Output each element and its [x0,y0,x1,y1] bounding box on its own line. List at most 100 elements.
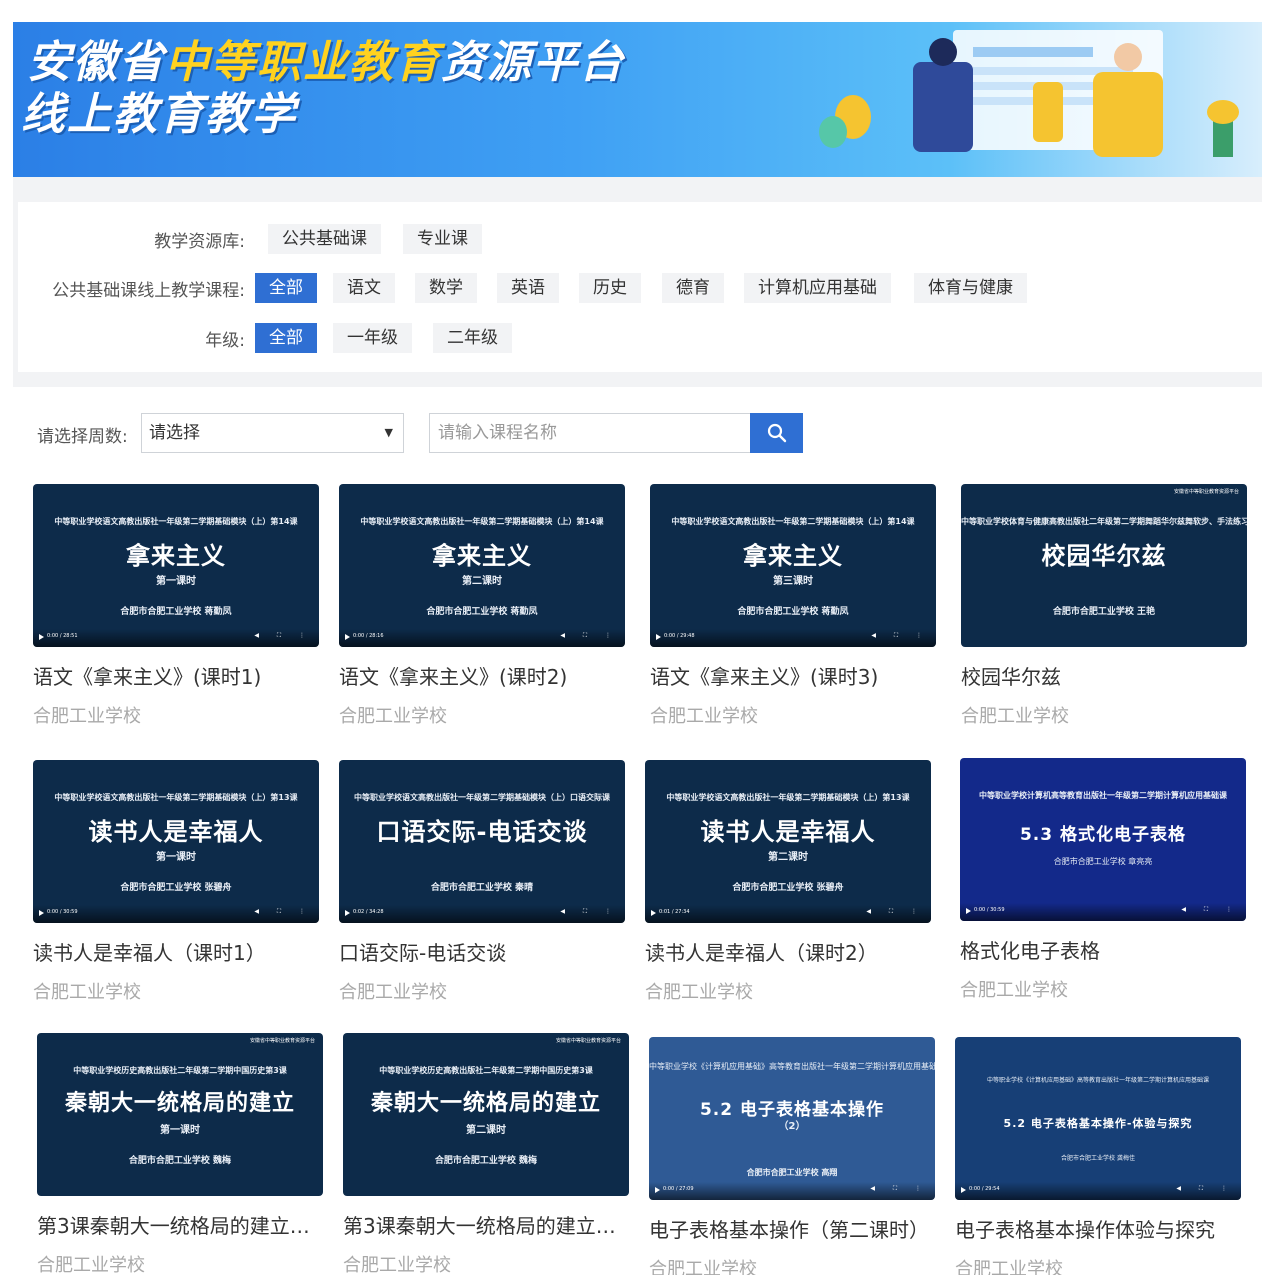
course-title[interactable]: 口语交际-电话交谈 [339,937,625,966]
video-controls: 0:00 / 27:09 ◀ ⛶ ⋮ [649,1182,935,1200]
video-controls: 0:00 / 29:54 ◀ ⛶ ⋮ [955,1182,1241,1200]
search-button[interactable] [750,413,803,453]
thumb-period: 第二课时 [768,852,808,863]
thumb-title: 秦朝大一统格局的建立 [64,1091,295,1116]
course-card[interactable]: 中等职业学校语文高教出版社一年级第二学期基础模块（上）第14课 拿来主义 第三课… [650,484,936,728]
thumb-title: 5.3 格式化电子表格 [1019,825,1187,845]
course-option-english[interactable]: 英语 [497,273,559,303]
play-icon[interactable] [345,634,350,640]
video-time: 0:00 / 30:59 [974,907,1005,913]
course-card[interactable]: 中等职业学校计算机高等教育出版社一年级第二学期计算机应用基础课 5.3 格式化电… [960,758,1246,1002]
video-controls: 0:00 / 28:16 ◀ ⛶ ⋮ [339,629,625,647]
course-card[interactable]: 中等职业学校语文高教出版社一年级第二学期基础模块（上）第14课 拿来主义 第二课… [339,484,625,728]
platform-logo: 安徽省中等职业教育资源平台 [1173,489,1239,495]
play-icon[interactable] [656,634,661,640]
course-card[interactable]: 安徽省中等职业教育资源平台 中等职业学校历史高教出版社二年级第二学期中国历史第3… [343,1033,629,1275]
play-icon[interactable] [655,1187,660,1193]
video-thumbnail[interactable]: 安徽省中等职业教育资源平台 中等职业学校历史高教出版社二年级第二学期中国历史第3… [37,1033,323,1196]
video-controls: 0:00 / 28:51 ◀ ⛶ ⋮ [33,629,319,647]
course-option-computer[interactable]: 计算机应用基础 [744,273,891,303]
volume-fullscreen-icons[interactable]: ◀ ⛶ ⋮ [1176,1185,1235,1193]
play-icon[interactable] [966,908,971,914]
play-icon[interactable] [961,1187,966,1193]
video-thumbnail[interactable]: 中等职业学校计算机高等教育出版社一年级第二学期计算机应用基础课 5.3 格式化电… [960,758,1246,921]
course-card[interactable]: 中等职业学校语文高教出版社一年级第二学期基础模块（上）第14课 拿来主义 第一课… [33,484,319,728]
course-option-pe[interactable]: 体育与健康 [914,273,1027,303]
course-card[interactable]: 安徽省中等职业教育资源平台 中等职业学校体育与健康高教出版社二年级第二学期舞蹈华… [961,484,1247,728]
course-option-history[interactable]: 历史 [579,273,641,303]
video-thumbnail[interactable]: 中等职业学校语文高教出版社一年级第二学期基础模块（上）口语交际课 口语交际-电话… [339,760,625,923]
course-title[interactable]: 语文《拿来主义》(课时3) [650,661,936,690]
grade-option-second[interactable]: 二年级 [433,323,512,353]
video-controls: 0:00 / 30:59 ◀ ⛶ ⋮ [33,905,319,923]
volume-fullscreen-icons[interactable]: ◀ ⛶ ⋮ [871,632,930,640]
video-thumbnail[interactable]: 安徽省中等职业教育资源平台 中等职业学校历史高教出版社二年级第二学期中国历史第3… [343,1033,629,1196]
course-title[interactable]: 校园华尔兹 [961,661,1247,690]
course-title[interactable]: 第3课秦朝大一统格局的建立（第一课时） [37,1210,323,1239]
play-icon[interactable] [39,910,44,916]
video-time: 0:00 / 28:51 [47,633,78,639]
week-select[interactable]: 请选择 ▼ [141,413,404,453]
volume-fullscreen-icons[interactable]: ◀ ⛶ ⋮ [254,632,313,640]
course-card[interactable]: 中等职业学校语文高教出版社一年级第二学期基础模块（上）第13课 读书人是幸福人 … [33,760,319,1004]
volume-fullscreen-icons[interactable]: ◀ ⛶ ⋮ [866,908,925,916]
video-thumbnail[interactable]: 中等职业学校《计算机应用基础》高等教育出版社一年级第二学期计算机应用基础课 5.… [955,1037,1241,1200]
grade-label: 年级: [205,331,245,351]
video-controls: 0:02 / 34:28 ◀ ⛶ ⋮ [339,905,625,923]
course-school: 合肥工业学校 [649,1259,757,1275]
course-title[interactable]: 电子表格基本操作体验与探究 [955,1214,1241,1243]
thumb-title: 口语交际-电话交谈 [376,818,588,846]
course-title[interactable]: 读书人是幸福人（课时2） [645,937,931,966]
course-card[interactable]: 中等职业学校《计算机应用基础》高等教育出版社一年级第二学期计算机应用基础课 5.… [955,1037,1241,1275]
library-label: 教学资源库: [154,232,245,252]
play-icon[interactable] [39,634,44,640]
filter-panel: 教学资源库: 公共基础课 专业课 公共基础课线上教学课程: 全部 语文 数学 英… [18,202,1262,372]
grade-option-first[interactable]: 一年级 [333,323,412,353]
video-time: 0:00 / 28:16 [353,633,384,639]
video-thumbnail[interactable]: 安徽省中等职业教育资源平台 中等职业学校体育与健康高教出版社二年级第二学期舞蹈华… [961,484,1247,647]
course-card[interactable]: 中等职业学校《计算机应用基础》高等教育出版社一年级第二学期计算机应用基础课 5.… [649,1037,935,1275]
volume-fullscreen-icons[interactable]: ◀ ⛶ ⋮ [870,1185,929,1193]
video-time: 0:01 / 27:34 [659,909,690,915]
play-icon[interactable] [651,910,656,916]
course-search-input[interactable]: 请输入课程名称 [429,413,751,453]
video-thumbnail[interactable]: 中等职业学校语文高教出版社一年级第二学期基础模块（上）第13课 读书人是幸福人 … [33,760,319,923]
volume-fullscreen-icons[interactable]: ◀ ⛶ ⋮ [560,908,619,916]
course-title[interactable]: 格式化电子表格 [960,935,1246,964]
thumb-subtitle: 中等职业学校语文高教出版社一年级第二学期基础模块（上）口语交际课 [354,793,610,802]
course-option-math[interactable]: 数学 [415,273,477,303]
thumb-subtitle: 中等职业学校历史高教出版社二年级第二学期中国历史第3课 [73,1066,287,1075]
video-thumbnail[interactable]: 中等职业学校语文高教出版社一年级第二学期基础模块（上）第13课 读书人是幸福人 … [645,760,931,923]
course-card[interactable]: 中等职业学校语文高教出版社一年级第二学期基础模块（上）第13课 读书人是幸福人 … [645,760,931,1004]
course-title[interactable]: 语文《拿来主义》(课时1) [33,661,319,690]
video-thumbnail[interactable]: 中等职业学校语文高教出版社一年级第二学期基础模块（上）第14课 拿来主义 第三课… [650,484,936,647]
library-option-major[interactable]: 专业课 [403,224,482,254]
library-option-public[interactable]: 公共基础课 [268,224,381,254]
video-thumbnail[interactable]: 中等职业学校《计算机应用基础》高等教育出版社一年级第二学期计算机应用基础课 5.… [649,1037,935,1200]
course-card[interactable]: 中等职业学校语文高教出版社一年级第二学期基础模块（上）口语交际课 口语交际-电话… [339,760,625,1004]
course-title[interactable]: 电子表格基本操作（第二课时） [649,1214,935,1243]
course-option-moral[interactable]: 德育 [662,273,724,303]
course-school: 合肥工业学校 [955,1259,1063,1275]
thumb-title: 秦朝大一统格局的建立 [370,1091,601,1116]
video-thumbnail[interactable]: 中等职业学校语文高教出版社一年级第二学期基础模块（上）第14课 拿来主义 第二课… [339,484,625,647]
thumb-period: 第二课时 [466,1125,506,1136]
course-title[interactable]: 语文《拿来主义》(课时2) [339,661,625,690]
grade-option-all[interactable]: 全部 [255,323,317,353]
course-title[interactable]: 第3课秦朝大一统格局的建立（第二课时） [343,1210,629,1239]
play-icon[interactable] [345,910,350,916]
thumb-title: 读书人是幸福人 [700,818,876,846]
thumb-subtitle: 中等职业学校语文高教出版社一年级第二学期基础模块（上）第14课 [360,517,604,526]
course-title[interactable]: 读书人是幸福人（课时1） [33,937,319,966]
thumb-author: 合肥市合肥工业学校 蒋勤凤 [737,607,849,617]
thumb-author: 合肥市合肥工业学校 张碧舟 [120,883,232,893]
volume-fullscreen-icons[interactable]: ◀ ⛶ ⋮ [560,632,619,640]
volume-fullscreen-icons[interactable]: ◀ ⛶ ⋮ [1181,906,1240,914]
course-school: 合肥工业学校 [960,980,1068,1001]
course-option-chinese[interactable]: 语文 [333,273,395,303]
volume-fullscreen-icons[interactable]: ◀ ⛶ ⋮ [254,908,313,916]
course-option-all[interactable]: 全部 [255,273,317,303]
video-thumbnail[interactable]: 中等职业学校语文高教出版社一年级第二学期基础模块（上）第14课 拿来主义 第一课… [33,484,319,647]
thumb-subtitle: 中等职业学校计算机高等教育出版社一年级第二学期计算机应用基础课 [979,791,1227,800]
course-card[interactable]: 安徽省中等职业教育资源平台 中等职业学校历史高教出版社二年级第二学期中国历史第3… [37,1033,323,1275]
